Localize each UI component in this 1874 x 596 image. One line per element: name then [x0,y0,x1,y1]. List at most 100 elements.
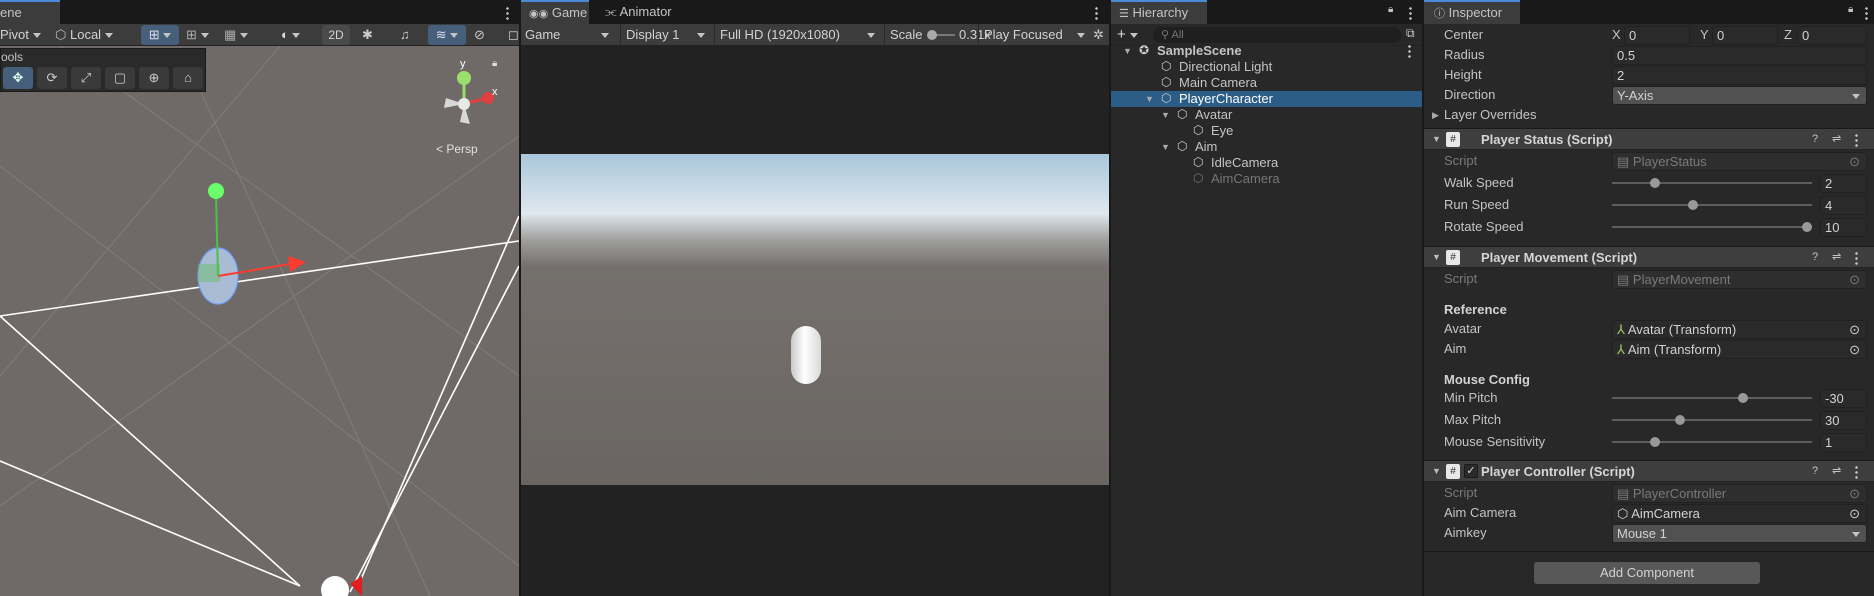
panel-divider[interactable] [519,0,521,596]
tab-scene[interactable]: ene [0,0,60,24]
hierarchy-item[interactable]: ▼ ⬡ Avatar [1111,107,1422,123]
transform-tool-button[interactable]: ⊕ [139,67,169,89]
max-pitch-slider[interactable] [1612,415,1812,425]
component-menu-icon[interactable] [1855,465,1858,479]
custom-tool-button[interactable]: ⌂ [173,67,203,89]
rotate-tool-button[interactable]: ⟳ [37,67,67,89]
aim-field[interactable]: ⅄ Aim (Transform) ⊙ [1612,340,1867,359]
tab-animator[interactable]: ⫘ Animator [605,0,695,24]
hierarchy-item[interactable]: ⬡ AimCamera [1111,171,1422,187]
help-icon[interactable]: ? [1812,129,1818,150]
lock-icon[interactable]: 🔒︎ [492,58,497,69]
center-y-field[interactable]: 0 [1712,26,1778,45]
scale-slider[interactable] [927,30,955,40]
settings-icon[interactable]: ⇌ [1832,461,1841,482]
height-field[interactable]: 2 [1612,66,1867,85]
rotate-speed-field[interactable]: 10 [1820,218,1867,237]
hierarchy-item[interactable]: ▼ ⬡ PlayerCharacter [1111,91,1422,107]
effects-toggle[interactable]: ≋ [428,25,466,45]
help-icon[interactable]: ? [1812,461,1818,482]
scene-menu-icon[interactable] [1408,44,1411,58]
bug-icon[interactable]: ✲ [1093,24,1107,46]
scale-tool-button[interactable]: ⤢ [71,67,101,89]
toggle-2d-button[interactable]: 2D [322,25,350,45]
avatar-field[interactable]: ⅄ Avatar (Transform) ⊙ [1612,320,1867,339]
settings-icon[interactable]: ⇌ [1832,129,1841,150]
foldout-arrow-icon[interactable]: ▼ [1123,43,1132,59]
target-icon[interactable]: ⊙ [1849,341,1860,358]
resolution-dropdown[interactable]: Full HD (1920x1080) [714,24,878,46]
hierarchy-item[interactable]: ⬡ Directional Light [1111,59,1422,75]
foldout-arrow-icon[interactable]: ▼ [1161,139,1170,155]
audio-toggle[interactable]: ♫ [400,24,420,46]
hierarchy-search-input[interactable]: ⚲ All [1153,27,1401,43]
display-dropdown[interactable]: Display 1 [620,24,708,46]
radius-field[interactable]: 0.5 [1612,46,1867,65]
tab-hierarchy[interactable]: ☰ Hierarchy [1111,0,1207,24]
center-z-field[interactable]: 0 [1797,26,1867,45]
game-view-dropdown[interactable]: Game [525,24,613,46]
lighting-toggle[interactable]: ✱ [362,24,382,46]
walk-speed-field[interactable]: 2 [1820,174,1867,193]
mouse-sensitivity-knob[interactable] [1650,437,1660,447]
direction-dropdown[interactable]: Y-Axis [1612,86,1867,105]
max-pitch-knob[interactable] [1675,415,1685,425]
grid-snap-toggle[interactable]: ⊞ [141,25,179,45]
hierarchy-item[interactable]: ⬡ IdleCamera [1111,155,1422,171]
mouse-sensitivity-field[interactable]: 1 [1820,433,1867,452]
run-speed-field[interactable]: 4 [1820,196,1867,215]
mouse-sensitivity-slider[interactable] [1612,437,1812,447]
center-x-field[interactable]: 0 [1624,26,1690,45]
target-icon[interactable]: ⊙ [1849,321,1860,338]
hierarchy-menu-icon[interactable] [1409,6,1412,20]
min-pitch-knob[interactable] [1738,393,1748,403]
target-icon[interactable]: ⊙ [1849,505,1860,522]
gizmos-toggle[interactable]: ◻ [508,24,519,46]
aimkey-dropdown[interactable]: Mouse 1 [1612,524,1867,543]
orientation-gizmo[interactable]: y x 🔒︎ [430,58,510,140]
rect-tool-button[interactable]: ▢ [105,67,135,89]
local-dropdown[interactable]: ⬡ Local [55,24,121,46]
panel-divider[interactable] [1109,0,1111,596]
hidden-objects-toggle[interactable]: ⊘ [474,24,496,46]
max-pitch-field[interactable]: 30 [1820,411,1867,430]
foldout-arrow-icon[interactable]: ▼ [1145,91,1154,107]
game-menu-icon[interactable] [1095,6,1098,20]
component-menu-icon[interactable] [1855,251,1858,265]
move-tool-button[interactable]: ✥ [3,67,33,89]
pivot-dropdown[interactable]: Pivot [0,24,46,46]
enabled-checkbox[interactable]: ✓ [1464,464,1478,478]
min-pitch-slider[interactable] [1612,393,1812,403]
player-controller-header[interactable]: ▼ # ✓ Player Controller (Script) ? ⇌ [1424,460,1874,482]
rotate-speed-knob[interactable] [1802,222,1812,232]
hierarchy-item[interactable]: ▼ ✪ SampleScene [1111,43,1422,59]
add-component-button[interactable]: Add Component [1534,562,1760,584]
scale-slider-knob[interactable] [927,30,937,40]
tab-inspector[interactable]: ⓘ Inspector [1424,0,1520,24]
rotate-speed-slider[interactable] [1612,222,1812,232]
lock-icon[interactable]: 🔒︎ [1848,4,1853,15]
component-menu-icon[interactable] [1855,133,1858,147]
game-viewport[interactable] [521,154,1109,485]
persp-label[interactable]: < Persp [436,142,478,156]
run-speed-knob[interactable] [1688,200,1698,210]
player-movement-header[interactable]: ▼ # Player Movement (Script) ? ⇌ [1424,246,1874,268]
hierarchy-item[interactable]: ▼ ⬡ Aim [1111,139,1422,155]
inspector-menu-icon[interactable] [1865,6,1868,20]
tab-game[interactable]: ◉◉ Game [521,0,589,24]
play-mode-dropdown[interactable]: Play Focused [978,24,1088,46]
hierarchy-item[interactable]: ⬡ Main Camera [1111,75,1422,91]
gizmo-grid-dropdown[interactable]: ▦ [224,24,260,46]
min-pitch-field[interactable]: -30 [1820,389,1867,408]
increment-snap-dropdown[interactable]: ⊞ [186,24,216,46]
search-options-icon[interactable]: ⧉ [1406,26,1415,41]
foldout-arrow-icon[interactable]: ▼ [1161,107,1170,123]
help-icon[interactable]: ? [1812,247,1818,268]
hierarchy-item[interactable]: ⬡ Eye [1111,123,1422,139]
walk-speed-slider[interactable] [1612,178,1812,188]
player-status-header[interactable]: ▼ # Player Status (Script) ? ⇌ [1424,128,1874,150]
panel-divider[interactable] [1422,0,1424,596]
shading-mode-dropdown[interactable]: ◐ [281,24,317,46]
aim-camera-field[interactable]: ⬡ AimCamera ⊙ [1612,504,1867,523]
layer-overrides-foldout[interactable]: ▶ Layer Overrides [1424,105,1874,125]
